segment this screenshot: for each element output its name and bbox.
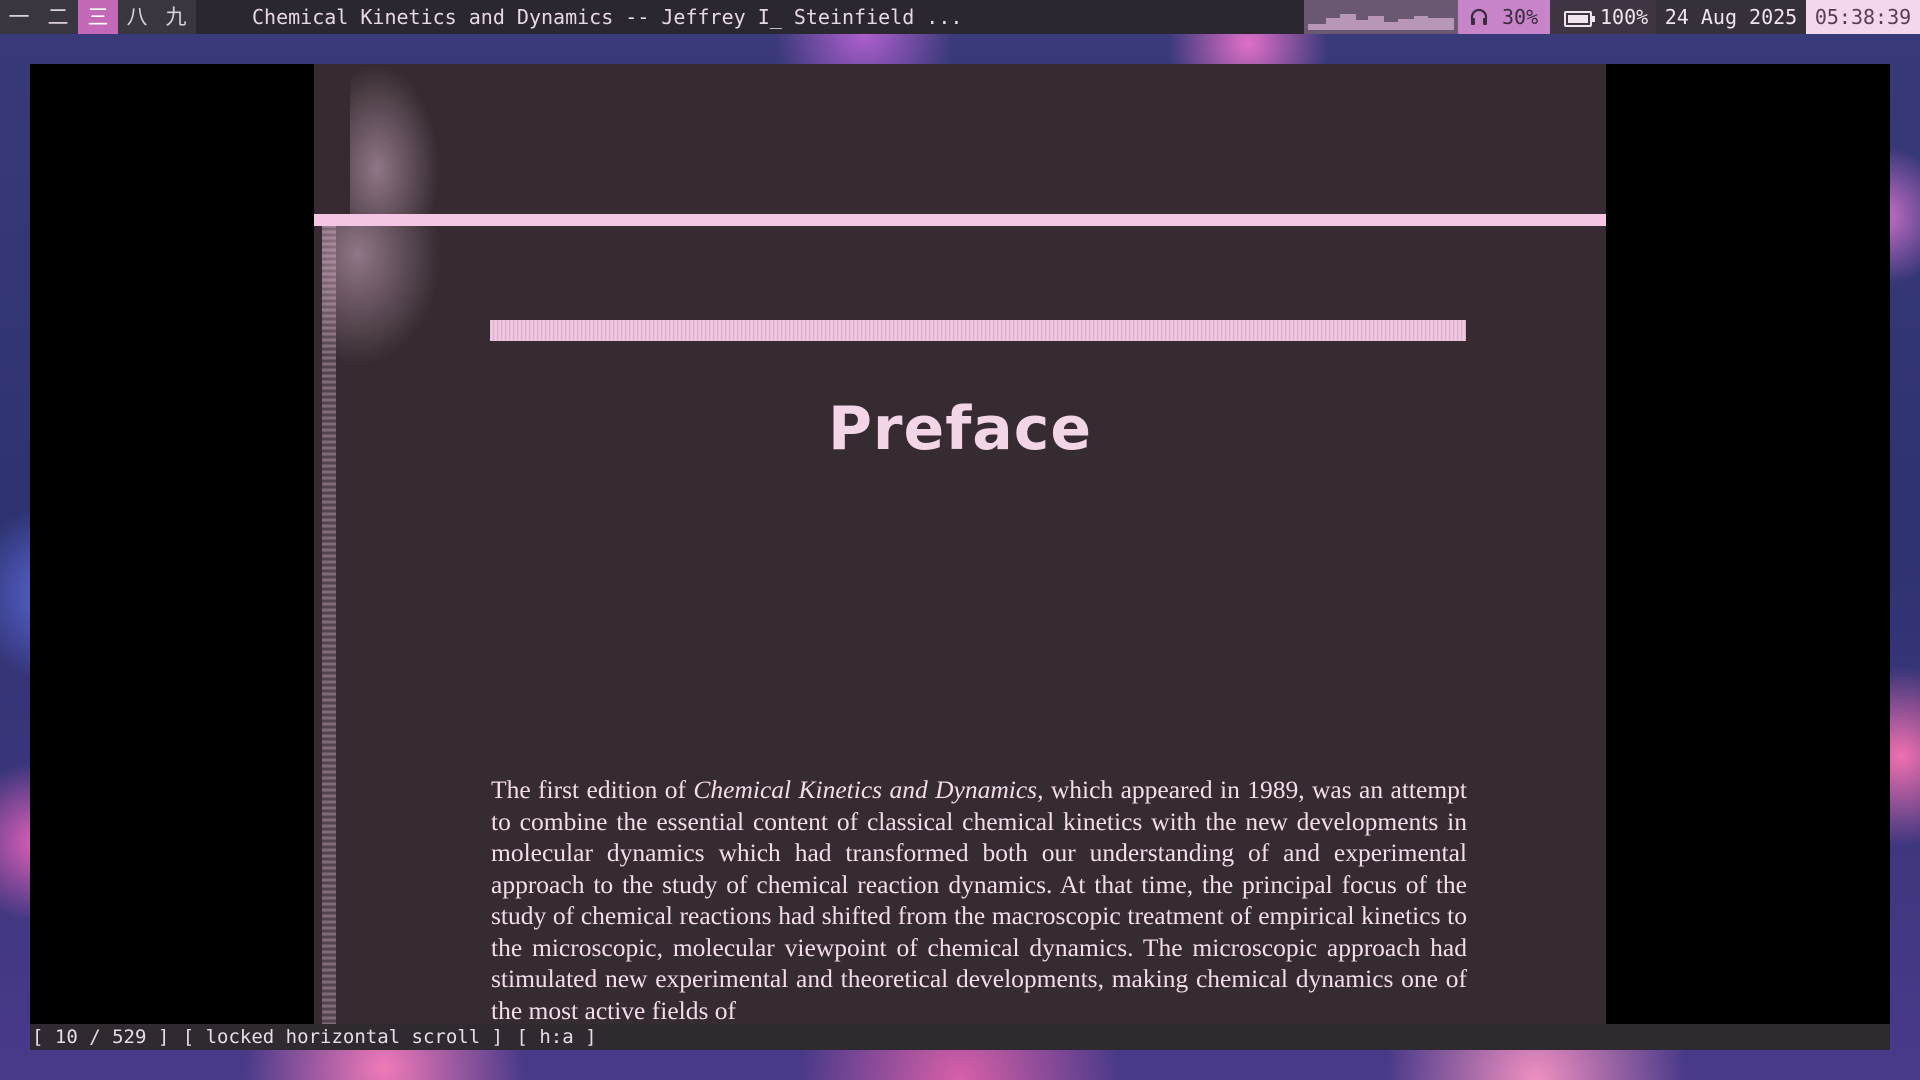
volume-value: 30% [1502, 5, 1539, 29]
battery-indicator: 100% [1550, 0, 1656, 34]
date-display: 24 Aug 2025 [1656, 0, 1806, 34]
page-body-text: The first edition of Chemical Kinetics a… [491, 774, 1467, 1024]
scan-artifact [350, 64, 440, 214]
battery-icon [1564, 11, 1595, 27]
workspace-8[interactable]: 八 [118, 0, 156, 34]
workspace-1[interactable]: 一 [0, 0, 38, 34]
book-title-italic: Chemical Kinetics and Dynamics, [693, 775, 1044, 804]
clock-display: 05:38:39 [1806, 0, 1920, 34]
volume-indicator[interactable]: 30% [1458, 0, 1550, 34]
document-page[interactable]: Preface The first edition of Chemical Ki… [314, 64, 1606, 1024]
page-counter: [ 10 / 529 ] [32, 1026, 170, 1048]
scan-edge-artifact [322, 226, 336, 1024]
scroll-mode: [ locked horizontal scroll ] [182, 1026, 504, 1048]
workspace-3[interactable]: 三 [78, 0, 118, 34]
page-heading: Preface [827, 394, 1093, 464]
headphones-icon [1470, 8, 1488, 25]
workspace-9[interactable]: 九 [156, 0, 196, 34]
mode-hint: [ h:a ] [516, 1026, 597, 1048]
page-top-rule [314, 214, 1606, 226]
viewer-status-bar: [ 10 / 529 ] [ locked horizontal scroll … [30, 1024, 1890, 1050]
window-title: Chemical Kinetics and Dynamics -- Jeffre… [252, 5, 963, 29]
battery-value: 100% [1600, 5, 1649, 29]
top-status-bar: 一 二 三 八 九 Chemical Kinetics and Dynamics… [0, 0, 1920, 34]
paragraph-text: The first edition of [491, 775, 694, 804]
paragraph-text: which appeared in 1989, was an attempt t… [491, 775, 1467, 1024]
body-paragraph: The first edition of Chemical Kinetics a… [491, 774, 1467, 1024]
cpu-usage-graph [1304, 0, 1458, 34]
heading-rule [490, 320, 1466, 341]
scan-artifact [322, 226, 442, 366]
workspace-2[interactable]: 二 [38, 0, 78, 34]
